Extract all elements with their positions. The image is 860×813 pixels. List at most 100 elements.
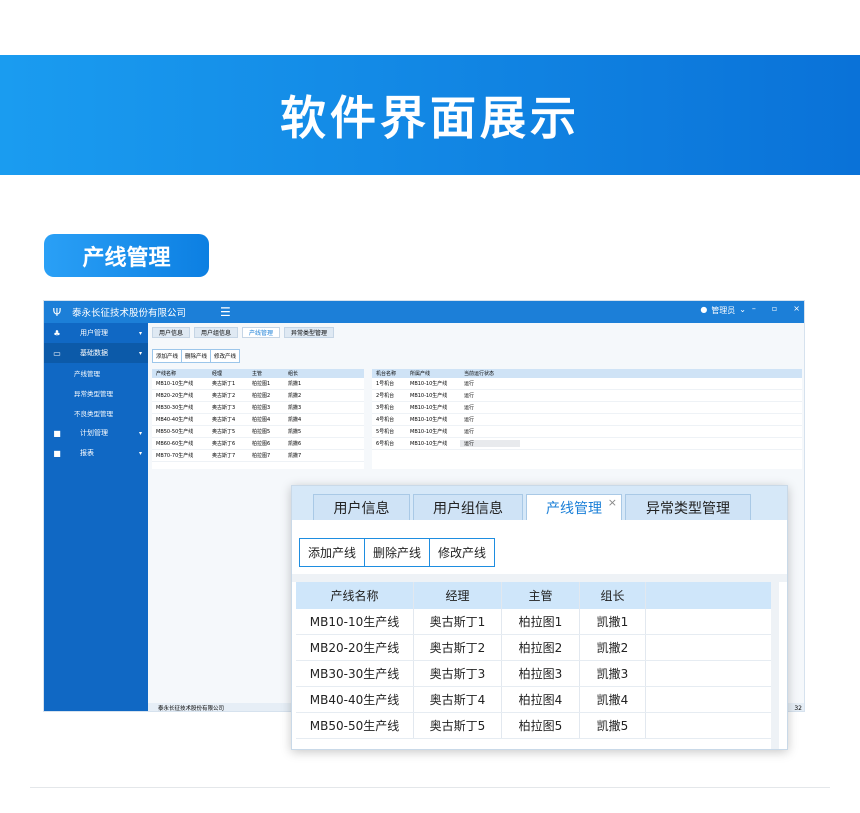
table-cell: 柏拉图7	[252, 453, 271, 459]
table-row[interactable]: 5号机台 MB10-10生产线 运行	[372, 426, 802, 438]
table-row[interactable]: MB40-40生产线 奥古斯丁4 柏拉图4 凯撒4	[152, 414, 364, 426]
table-cell: MB10-10生产线	[410, 429, 448, 435]
table-row[interactable]: MB70-70生产线 奥古斯丁7 柏拉图7 凯撒7	[152, 450, 364, 462]
toolbar: 添加产线 删除产线 修改产线	[152, 349, 241, 363]
scrollbar[interactable]	[771, 582, 779, 749]
table-cell: 凯撒1	[288, 381, 302, 387]
table-cell: 凯撒3	[288, 405, 302, 411]
chevron-down-icon: ▾	[138, 329, 142, 337]
table-header: 产线名称 经理 主管 组长	[152, 369, 364, 378]
close-icon[interactable]: ×	[608, 496, 617, 509]
table-cell: MB50-50生产线	[156, 429, 194, 435]
tab-user-group[interactable]: 用户组信息	[194, 327, 239, 338]
close-icon[interactable]: ×	[793, 304, 800, 313]
table-row[interactable]: MB50-50生产线 奥古斯丁5 柏拉图5 凯撒5	[296, 713, 772, 739]
tab-user-group[interactable]: 用户组信息	[413, 494, 523, 520]
table-cell: MB10-10生产线	[410, 405, 448, 411]
tab-exception-type[interactable]: 异常类型管理	[284, 327, 335, 338]
table-cell: MB50-50生产线	[296, 713, 414, 738]
table-cell: 奥古斯丁2	[212, 393, 236, 399]
table-row[interactable]: MB20-20生产线 奥古斯丁2 柏拉图2 凯撒2	[296, 635, 772, 661]
sidebar-item-plan[interactable]: ■ 计划管理 ▾	[44, 423, 148, 443]
table-cell: 奥古斯丁4	[212, 417, 236, 423]
table-cell: 奥古斯丁2	[414, 635, 502, 660]
app-topbar: Ψ 泰永长征技术股份有限公司 ☰ ● 管理员 ⌄ – ▫ ×	[44, 301, 804, 323]
table-cell: 凯撒5	[580, 713, 646, 738]
restore-icon[interactable]: ▫	[772, 304, 777, 313]
tab-user-info[interactable]: 用户信息	[313, 494, 410, 520]
table-cell: 凯撒4	[580, 687, 646, 712]
tab-production-line[interactable]: 产线管理 ×	[526, 494, 622, 520]
delete-line-button[interactable]: 删除产线	[365, 539, 431, 566]
table-cell: 奥古斯丁5	[212, 429, 236, 435]
table-row[interactable]: 1号机台 MB10-10生产线 运行	[372, 378, 802, 390]
delete-line-button[interactable]: 删除产线	[182, 350, 212, 362]
window-controls: – ▫ ×	[752, 304, 800, 313]
sidebar-item-report[interactable]: ■ 报表 ▾	[44, 443, 148, 463]
column-header-manager[interactable]: 经理	[414, 582, 502, 609]
sidebar-item-production-line[interactable]: 产线管理	[44, 363, 148, 383]
tab-production-line[interactable]: 产线管理	[242, 327, 281, 338]
chevron-down-icon: ▾	[138, 449, 142, 457]
table-row[interactable]: MB30-30生产线 奥古斯丁3 柏拉图3 凯撒3	[152, 402, 364, 414]
table-row[interactable]: MB30-30生产线 奥古斯丁3 柏拉图3 凯撒3	[296, 661, 772, 687]
table-row[interactable]: 2号机台 MB10-10生产线 运行	[372, 390, 802, 402]
sidebar-item-exception-type[interactable]: 异常类型管理	[44, 383, 148, 403]
table-row[interactable]: MB60-60生产线 奥古斯丁6 柏拉图6 凯撒6	[152, 438, 364, 450]
table-row[interactable]: MB10-10生产线 奥古斯丁1 柏拉图1 凯撒1	[296, 609, 772, 635]
table-cell: 柏拉图2	[252, 393, 271, 399]
divider	[292, 574, 787, 582]
sidebar: ♣ 用户管理 ▾ ▭ 基础数据 ▾ 产线管理 异常类型管理 不良类型管理 ■ 计划管理 ▾ …	[44, 323, 148, 711]
table-cell: 运行	[464, 405, 475, 411]
edit-line-button[interactable]: 修改产线	[430, 539, 494, 566]
user-icon: ●	[700, 305, 708, 314]
column-header-line-name[interactable]: 产线名称	[296, 582, 414, 609]
table-cell: 5号机台	[376, 429, 395, 435]
minimize-icon[interactable]: –	[752, 304, 756, 313]
table-row[interactable]: MB10-10生产线 奥古斯丁1 柏拉图1 凯撒1	[152, 378, 364, 390]
briefcase-icon: ■	[53, 428, 61, 438]
table-cell: 凯撒3	[580, 661, 646, 686]
table-cell: 凯撒1	[580, 609, 646, 634]
table-cell: 凯撒5	[288, 429, 302, 435]
sidebar-item-basic-data[interactable]: ▭ 基础数据 ▾	[44, 343, 148, 363]
sidebar-item-defect-type[interactable]: 不良类型管理	[44, 403, 148, 423]
table-row[interactable]: MB20-20生产线 奥古斯丁2 柏拉图2 凯撒2	[152, 390, 364, 402]
table-cell: 奥古斯丁4	[414, 687, 502, 712]
table-row[interactable]: 6号机台 MB10-10生产线 运行	[372, 438, 802, 450]
table-row[interactable]: 4号机台 MB10-10生产线 运行	[372, 414, 802, 426]
table-cell: 柏拉图4	[252, 417, 271, 423]
user-menu[interactable]: ● 管理员 ⌄	[700, 305, 746, 316]
add-line-button[interactable]: 添加产线	[153, 350, 183, 362]
table-cell: 凯撒7	[288, 453, 302, 459]
table-cell: 3号机台	[376, 405, 395, 411]
machine-table-small: 机台名称 所属产线 当前运行状态 1号机台 MB10-10生产线 运行 2号机台 MB1…	[372, 369, 802, 469]
table-cell: 柏拉图5	[502, 713, 580, 738]
table-cell: MB40-40生产线	[296, 687, 414, 712]
edit-line-button[interactable]: 修改产线	[211, 350, 239, 362]
status-number: 32	[794, 705, 802, 712]
table-cell: 奥古斯丁1	[212, 381, 236, 387]
table-cell: MB20-20生产线	[156, 393, 194, 399]
table-cell: 凯撒4	[288, 417, 302, 423]
table-cell: 凯撒6	[288, 441, 302, 447]
tab-user-info[interactable]: 用户信息	[152, 327, 191, 338]
table-row[interactable]: MB50-50生产线 奥古斯丁5 柏拉图5 凯撒5	[152, 426, 364, 438]
column-header-leader[interactable]: 组长	[580, 582, 646, 609]
tab-exception-type[interactable]: 异常类型管理	[625, 494, 751, 520]
table-cell: MB20-20生产线	[296, 635, 414, 660]
table-row[interactable]: MB40-40生产线 奥古斯丁4 柏拉图4 凯撒4	[296, 687, 772, 713]
column-header-supervisor[interactable]: 主管	[502, 582, 580, 609]
table-cell: MB10-10生产线	[156, 381, 194, 387]
banner: 软件界面展示	[0, 55, 860, 175]
add-line-button[interactable]: 添加产线	[300, 539, 366, 566]
table-row[interactable]: 3号机台 MB10-10生产线 运行	[372, 402, 802, 414]
table-cell: MB10-10生产线	[410, 381, 448, 387]
line-table: 产线名称 经理 主管 组长 MB10-10生产线 奥古斯丁1 柏拉图1 凯撒1 MB20…	[296, 582, 772, 739]
menu-icon[interactable]: ☰	[220, 305, 231, 319]
table-cell: 凯撒2	[288, 393, 302, 399]
sidebar-item-users[interactable]: ♣ 用户管理 ▾	[44, 323, 148, 343]
table-cell: 柏拉图4	[502, 687, 580, 712]
line-table-small: 产线名称 经理 主管 组长 MB10-10生产线 奥古斯丁1 柏拉图1 凯撒1 MB20…	[152, 369, 364, 469]
company-name: 泰永长征技术股份有限公司	[72, 308, 187, 319]
